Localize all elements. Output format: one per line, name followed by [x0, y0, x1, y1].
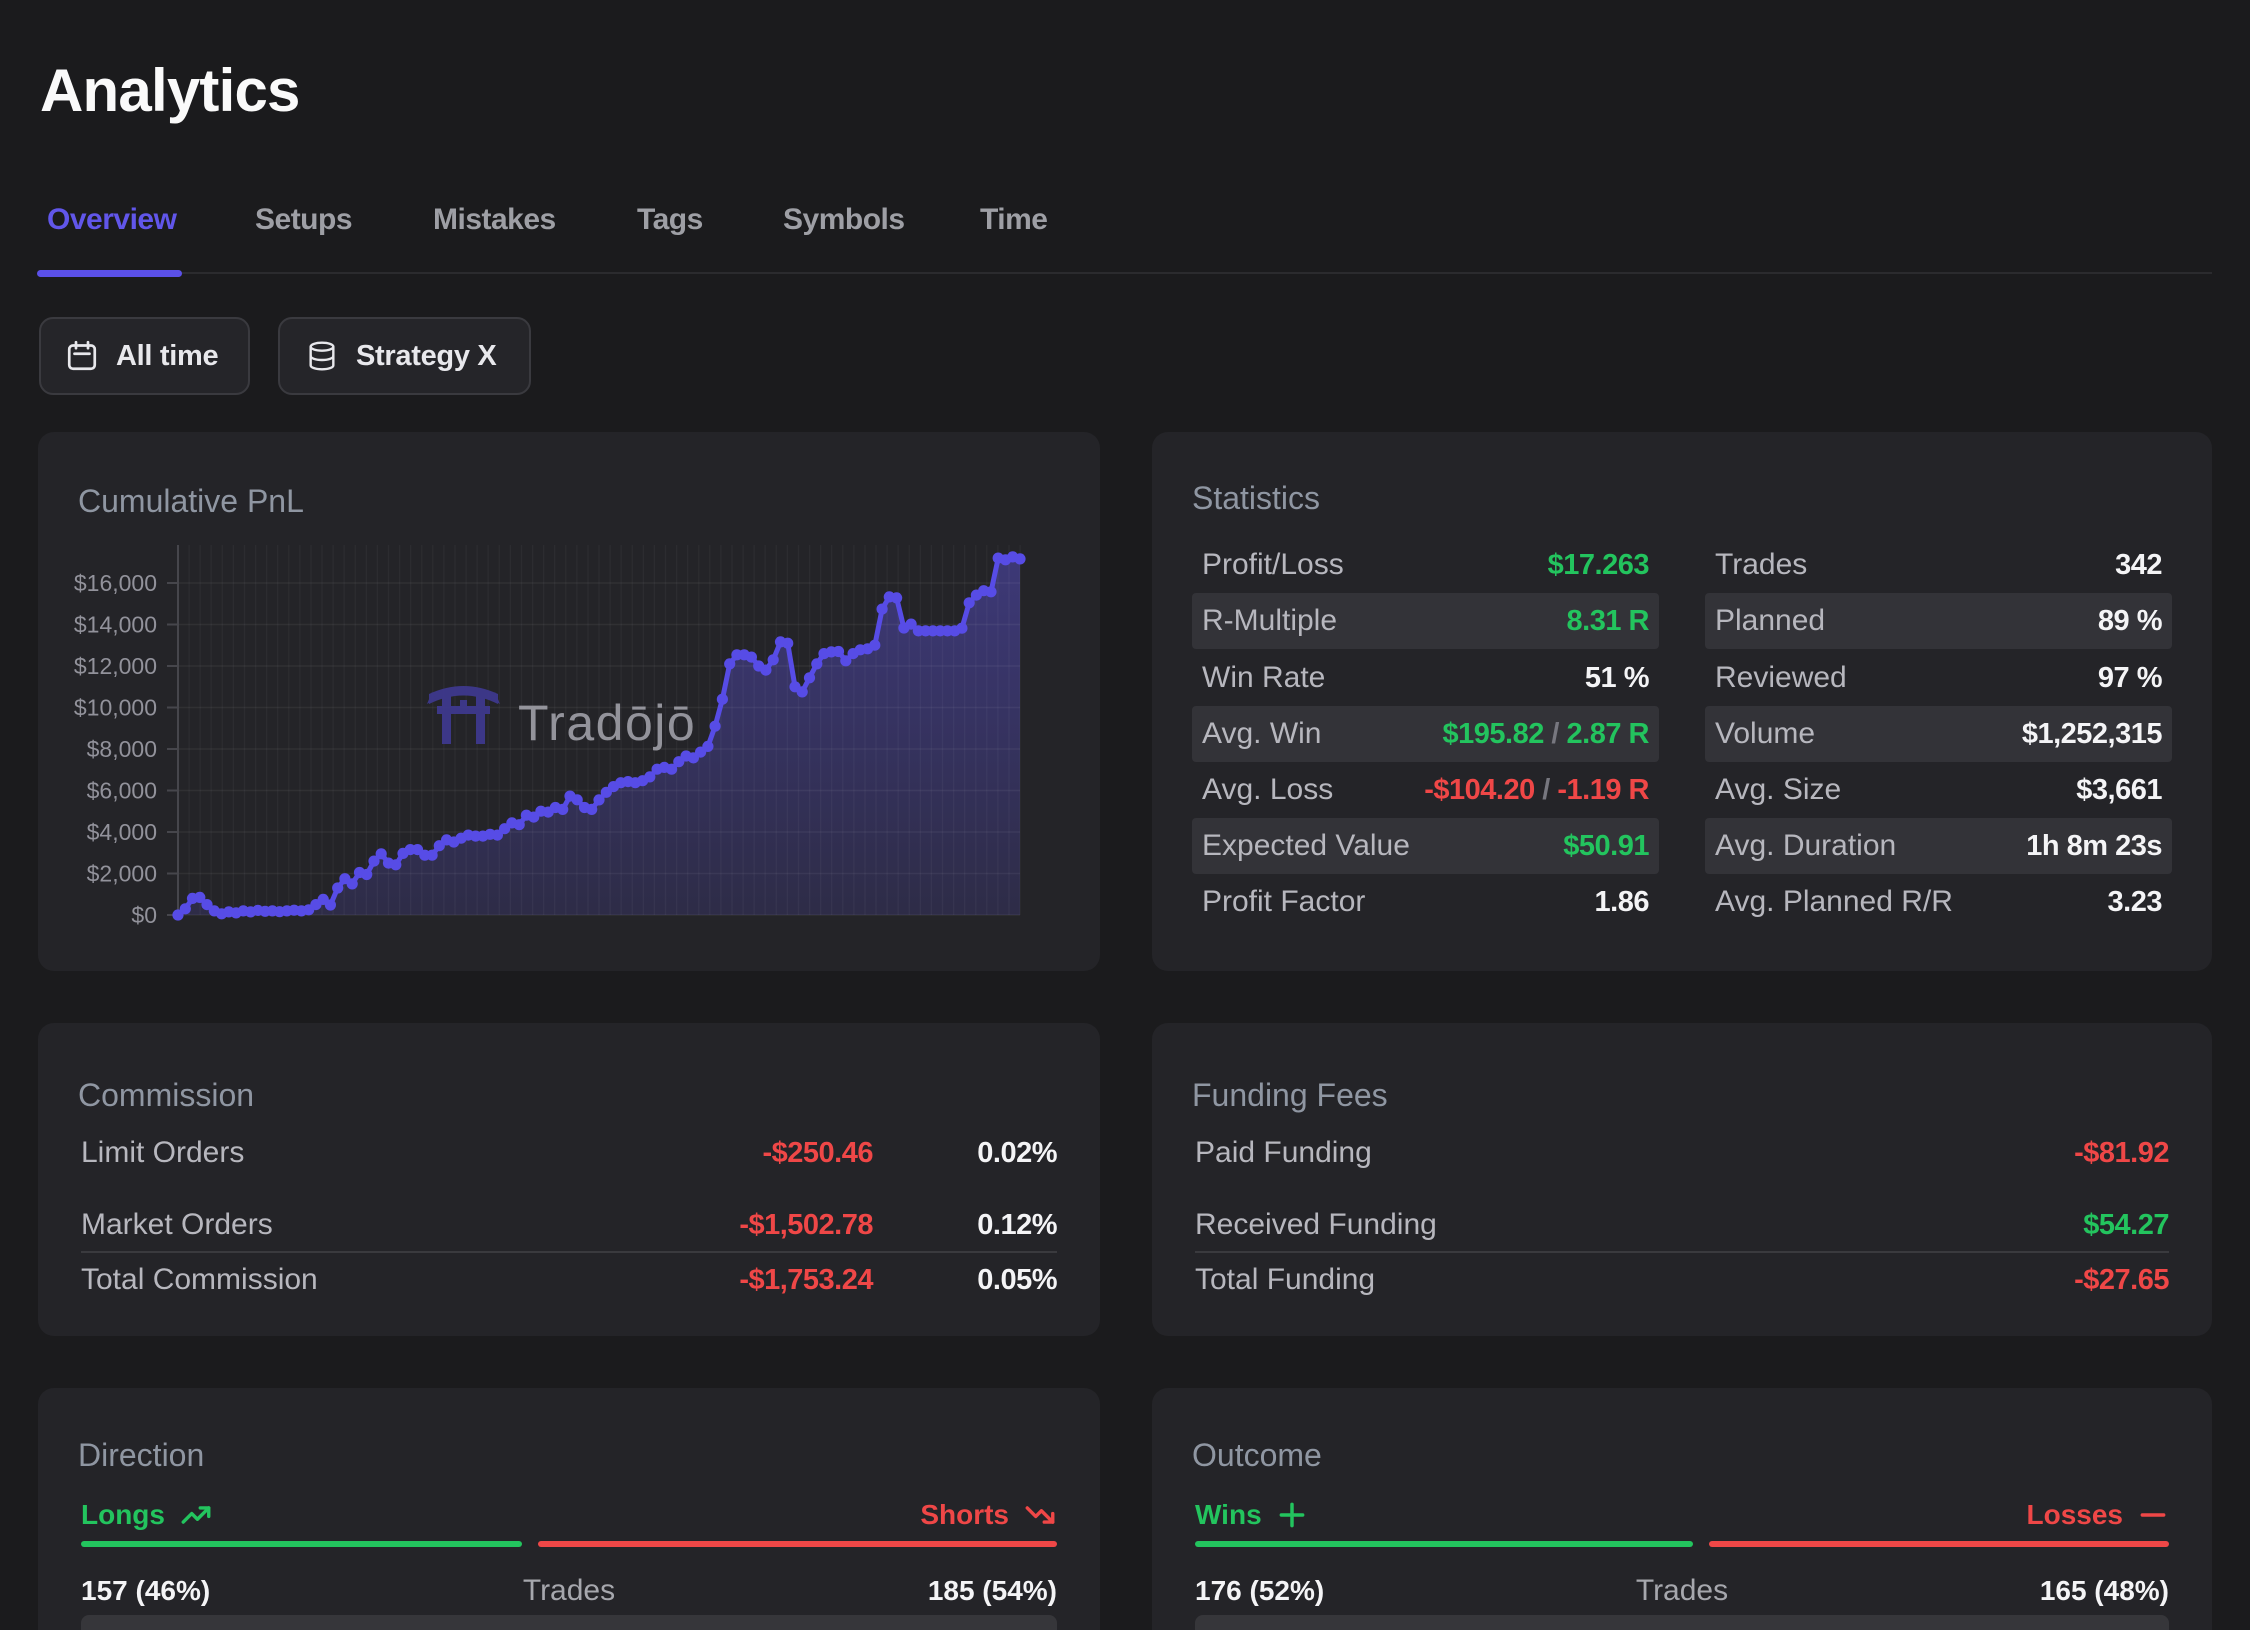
svg-text:$12,000: $12,000	[74, 653, 157, 679]
svg-text:$8,000: $8,000	[87, 736, 157, 762]
svg-text:$10,000: $10,000	[74, 695, 157, 721]
svg-text:$14,000: $14,000	[74, 612, 157, 638]
svg-text:$16,000: $16,000	[74, 570, 157, 596]
svg-text:$2,000: $2,000	[87, 861, 157, 887]
svg-text:Tradōjō: Tradōjō	[518, 695, 696, 751]
svg-text:$0: $0	[131, 902, 157, 928]
svg-text:$4,000: $4,000	[87, 819, 157, 845]
svg-text:$6,000: $6,000	[87, 778, 157, 804]
